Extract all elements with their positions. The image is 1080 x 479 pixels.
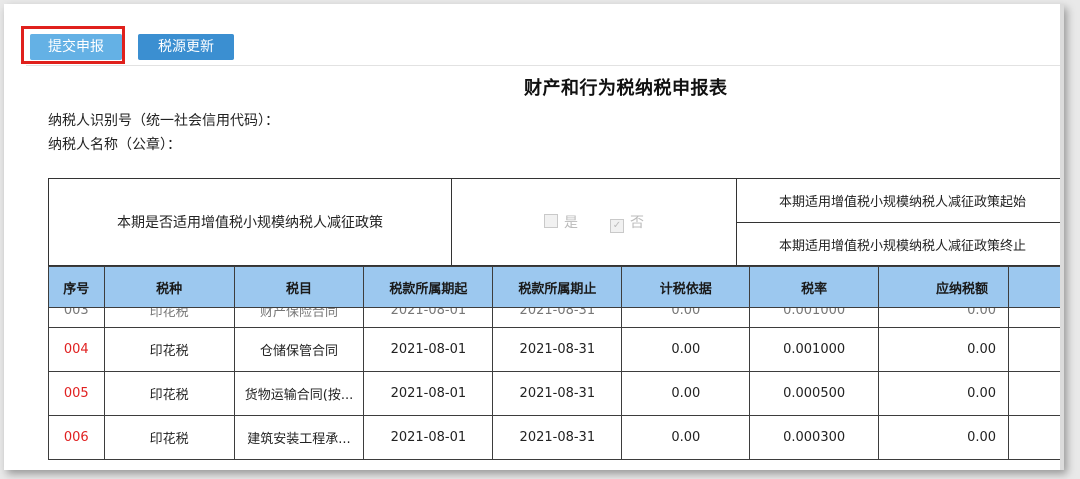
col-header-extra [1008,266,1064,308]
taxpayer-name-label: 纳税人名称（公章）： [48,137,181,153]
tax-source-update-button[interactable]: 税源更新 [138,34,234,60]
policy-options: 是 ✓ 否 [452,179,737,265]
cell-seq: 006 [48,415,105,460]
policy-end-label: 本期适用增值税小规模纳税人减征政策终止 [779,238,1027,254]
col-header-tax-type: 税种 [103,266,235,308]
submit-declaration-button[interactable]: 提交申报 [30,34,122,60]
cell-period-end: 2021-08-31 [492,327,623,372]
cell-tax-type: 印花税 [103,415,235,460]
cell-tax-payable: 0.00 [877,371,1010,416]
table-row[interactable]: 004 印花税 仓储保管合同 2021-08-01 2021-08-31 0.0… [48,327,1064,372]
policy-section: 本期是否适用增值税小规模纳税人减征政策 是 ✓ 否 本期适用增值税小规模纳税人减征… [48,178,1064,266]
table-row[interactable]: 005 印花税 货物运输合同(按... 2021-08-01 2021-08-3… [48,371,1064,416]
cell-tax-payable: 0.00 [877,415,1010,460]
cell-tax-rate: 0.000300 [749,415,879,460]
toolbar: 提交申报 税源更新 [4,4,1064,66]
col-header-tax-payable: 应纳税额 [877,266,1010,308]
option-no-label: 否 [630,214,644,231]
col-header-tax-basis: 计税依据 [621,266,751,308]
policy-question: 本期是否适用增值税小规模纳税人减征政策 [49,179,452,265]
cell-extra [1008,415,1064,460]
page-title: 财产和行为税纳税申报表 [524,78,728,99]
cell-tax-rate: 0.001000 [749,327,879,372]
report-window: 提交申报 税源更新 财产和行为税纳税申报表 纳税人识别号（统一社会信用代码）： … [4,4,1064,470]
cell-tax-item: 建筑安装工程承... [233,415,365,460]
cell-tax-payable: 0.00 [877,327,1010,372]
cell-period-end: 2021-08-31 [492,415,623,460]
tax-table: 序号 税种 税目 税款所属期起 税款所属期止 计税依据 税率 应纳税额 003 … [48,266,1064,460]
cell-seq: 005 [48,371,105,416]
option-yes-label: 是 [564,215,578,231]
cell-tax-item: 货物运输合同(按... [233,371,365,416]
cell-tax-basis: 0.00 [621,415,751,460]
taxpayer-id-label: 纳税人识别号（统一社会信用代码）： [48,113,279,129]
cell-tax-rate: 0.001000 [749,307,879,328]
cell-period-end: 2021-08-31 [492,307,623,328]
col-header-tax-rate: 税率 [749,266,879,308]
cell-tax-rate: 0.000500 [749,371,879,416]
cell-period-start: 2021-08-01 [363,415,494,460]
cell-seq: 004 [48,327,105,372]
cell-period-start: 2021-08-01 [363,327,494,372]
cell-tax-type: 印花税 [103,307,235,328]
cell-extra [1008,371,1064,416]
policy-start-label: 本期适用增值税小规模纳税人减征政策起始 [737,179,1064,223]
cell-tax-basis: 0.00 [621,327,751,372]
cell-tax-basis: 0.00 [621,371,751,416]
cell-tax-basis: 0.00 [621,307,751,328]
cell-period-end: 2021-08-31 [492,371,623,416]
col-header-period-end: 税款所属期止 [492,266,623,308]
checkbox-yes[interactable] [544,214,558,228]
col-header-period-start: 税款所属期起 [363,266,494,308]
cell-tax-type: 印花税 [103,371,235,416]
table-row[interactable]: 006 印花税 建筑安装工程承... 2021-08-01 2021-08-31… [48,415,1064,460]
cell-extra [1008,327,1064,372]
table-header-row: 序号 税种 税目 税款所属期起 税款所属期止 计税依据 税率 应纳税额 [48,266,1064,308]
cell-period-start: 2021-08-01 [363,371,494,416]
cell-tax-item: 仓储保管合同 [233,327,365,372]
tax-table-container[interactable]: 序号 税种 税目 税款所属期起 税款所属期止 计税依据 税率 应纳税额 003 … [48,266,1064,470]
check-icon: ✓ [612,219,622,231]
option-yes[interactable]: 是 [544,212,578,232]
checkbox-no[interactable]: ✓ [610,218,624,233]
divider [26,65,1064,66]
cell-tax-item: 财产保险合同 [233,307,365,328]
cell-tax-payable: 0.00 [877,307,1010,328]
cell-period-start: 2021-08-01 [363,307,494,328]
cell-tax-type: 印花税 [103,327,235,372]
cell-seq: 003 [48,307,105,328]
col-header-tax-item: 税目 [233,266,365,308]
option-no[interactable]: ✓ 否 [610,212,644,233]
cell-extra [1008,307,1064,328]
col-header-seq: 序号 [48,266,105,308]
scrollbar[interactable] [1060,4,1064,470]
table-row[interactable]: 003 印花税 财产保险合同 2021-08-01 2021-08-31 0.0… [48,307,1064,328]
